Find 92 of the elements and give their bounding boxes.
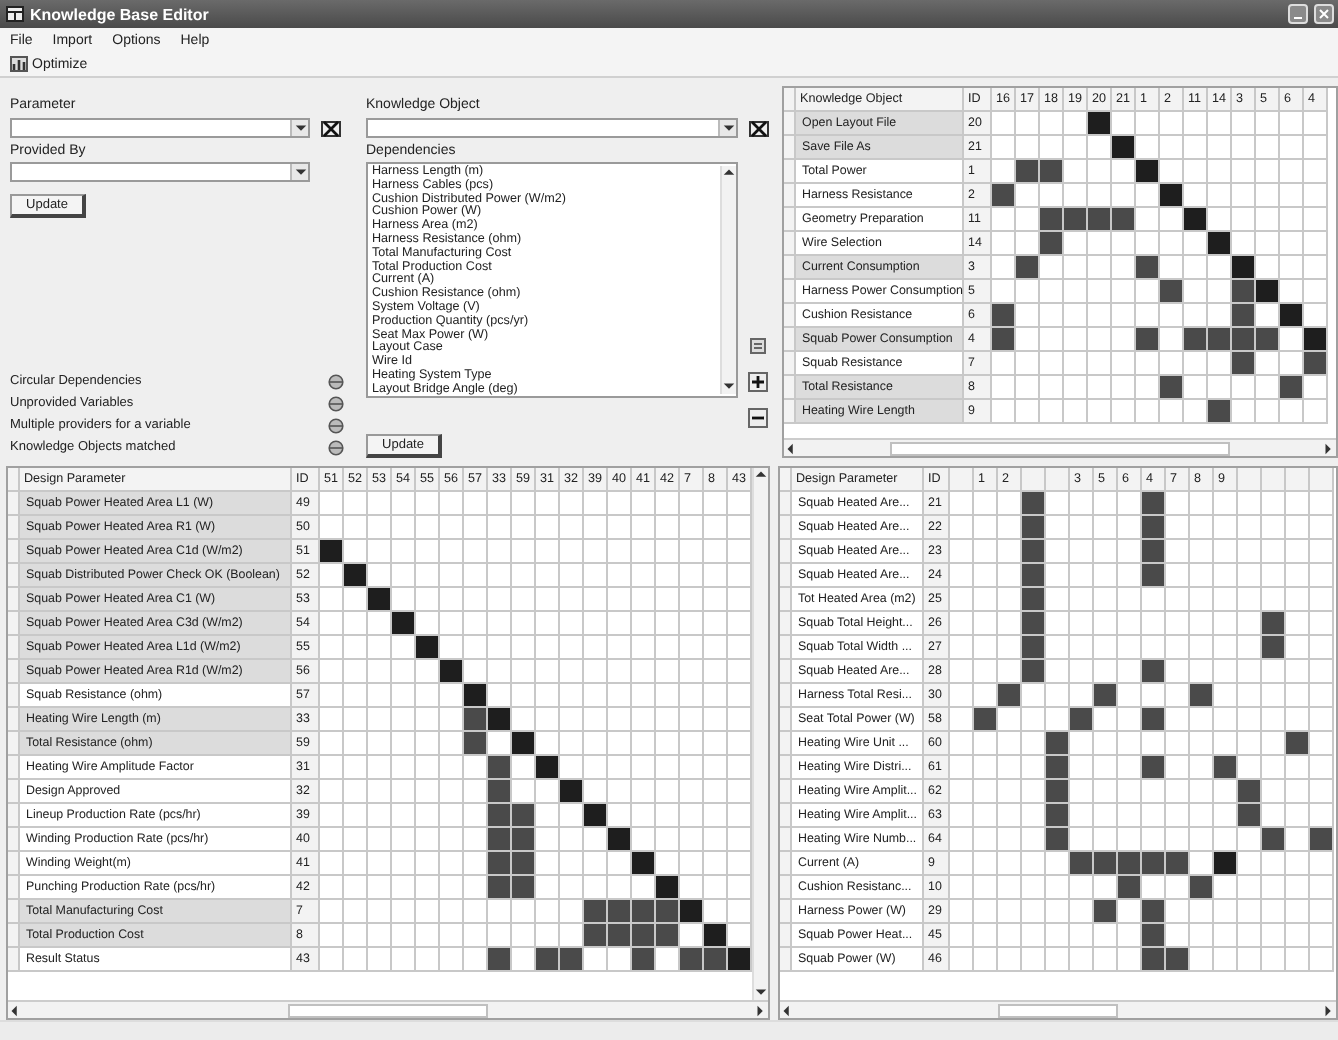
row-header-cell[interactable] (784, 232, 796, 256)
down-arrow-icon[interactable] (293, 165, 307, 179)
row-header-cell[interactable] (780, 732, 792, 756)
row-header-cell[interactable] (780, 852, 792, 876)
horizontal-scrollbar[interactable] (8, 1000, 768, 1018)
row-header-cell[interactable] (780, 612, 792, 636)
row-header-cell[interactable] (780, 780, 792, 804)
row-header-cell[interactable] (8, 900, 20, 924)
status-circle-icon (328, 417, 344, 433)
row-header-cell[interactable] (784, 280, 796, 304)
right-arrow-icon[interactable] (1322, 441, 1336, 455)
clear-icon (319, 117, 341, 139)
row-header-cell[interactable] (8, 588, 20, 612)
row-header-cell[interactable] (784, 376, 796, 400)
down-arrow-icon[interactable] (293, 121, 307, 135)
window-title: Knowledge Base Editor (30, 5, 211, 23)
row-header-cell[interactable] (8, 804, 20, 828)
row-header-cell[interactable] (784, 112, 796, 136)
row-header-cell[interactable] (8, 876, 20, 900)
clear-icon (747, 117, 769, 139)
remove-button[interactable] (746, 406, 770, 430)
close-icon (1318, 8, 1330, 20)
remove-icon (748, 408, 768, 428)
row-header-cell[interactable] (8, 732, 20, 756)
left-arrow-icon[interactable] (8, 1003, 22, 1017)
left-arrow-icon[interactable] (784, 441, 798, 455)
row-header-cell[interactable] (780, 492, 792, 516)
status-circle-icon (328, 373, 344, 389)
down-arrow-icon[interactable] (754, 986, 768, 1000)
document-icon (748, 336, 768, 356)
left-arrow-icon[interactable] (780, 1003, 794, 1017)
row-header-cell[interactable] (780, 540, 792, 564)
row-header-cell[interactable] (780, 684, 792, 708)
close-button[interactable] (1314, 4, 1334, 24)
row-header-cell[interactable] (780, 756, 792, 780)
row-header-cell[interactable] (8, 612, 20, 636)
row-header-cell[interactable] (8, 660, 20, 684)
clear-button[interactable] (318, 116, 342, 140)
status-circle-icon (328, 439, 344, 455)
down-arrow-icon[interactable] (722, 380, 736, 394)
row-header-cell[interactable] (784, 184, 796, 208)
row-header-cell[interactable] (8, 516, 20, 540)
row-header-cell[interactable] (780, 588, 792, 612)
row-header-cell[interactable] (8, 948, 20, 972)
row-header-cell[interactable] (784, 328, 796, 352)
row-header-cell[interactable] (780, 948, 792, 972)
horizontal-scrollbar[interactable] (780, 1000, 1336, 1018)
dependencies-list[interactable] (366, 162, 738, 398)
row-header-cell[interactable] (784, 352, 796, 376)
row-header-cell[interactable] (784, 400, 796, 424)
row-header-cell[interactable] (8, 852, 20, 876)
row-header-cell[interactable] (780, 660, 792, 684)
row-header-cell[interactable] (780, 804, 792, 828)
row-header-cell[interactable] (780, 708, 792, 732)
app-icon (6, 6, 24, 22)
row-header-cell[interactable] (8, 684, 20, 708)
row-header-cell[interactable] (8, 708, 20, 732)
chart-icon (10, 56, 28, 72)
vertical-scrollbar[interactable] (720, 166, 736, 394)
row-header-cell[interactable] (784, 256, 796, 280)
vertical-scrollbar[interactable] (752, 468, 768, 1000)
row-header-cell[interactable] (780, 924, 792, 948)
edit-button[interactable] (746, 334, 770, 358)
horizontal-scrollbar[interactable] (784, 438, 1336, 456)
row-header-cell[interactable] (8, 756, 20, 780)
row-header-cell[interactable] (8, 828, 20, 852)
row-header-cell[interactable] (780, 900, 792, 924)
row-header-cell[interactable] (8, 780, 20, 804)
add-button[interactable] (746, 370, 770, 394)
row-header-cell[interactable] (784, 136, 796, 160)
row-header-cell[interactable] (8, 924, 20, 948)
row-header-cell[interactable] (784, 208, 796, 232)
row-header-cell[interactable] (780, 516, 792, 540)
clear-button[interactable] (746, 116, 770, 140)
row-header-cell[interactable] (8, 540, 20, 564)
up-arrow-icon[interactable] (754, 468, 768, 482)
row-header-cell[interactable] (8, 636, 20, 660)
row-header-cell[interactable] (780, 876, 792, 900)
status-circle-icon (328, 395, 344, 411)
row-header-cell[interactable] (8, 492, 20, 516)
minimize-button[interactable] (1288, 4, 1308, 24)
up-arrow-icon[interactable] (722, 166, 736, 180)
add-icon (748, 372, 768, 392)
down-arrow-icon[interactable] (721, 121, 735, 135)
row-header-cell[interactable] (780, 564, 792, 588)
row-header-cell[interactable] (780, 828, 792, 852)
right-arrow-icon[interactable] (754, 1003, 768, 1017)
row-header-cell[interactable] (784, 160, 796, 184)
right-arrow-icon[interactable] (1322, 1003, 1336, 1017)
row-header-cell[interactable] (780, 636, 792, 660)
row-header-cell[interactable] (8, 564, 20, 588)
row-header-cell[interactable] (784, 304, 796, 328)
